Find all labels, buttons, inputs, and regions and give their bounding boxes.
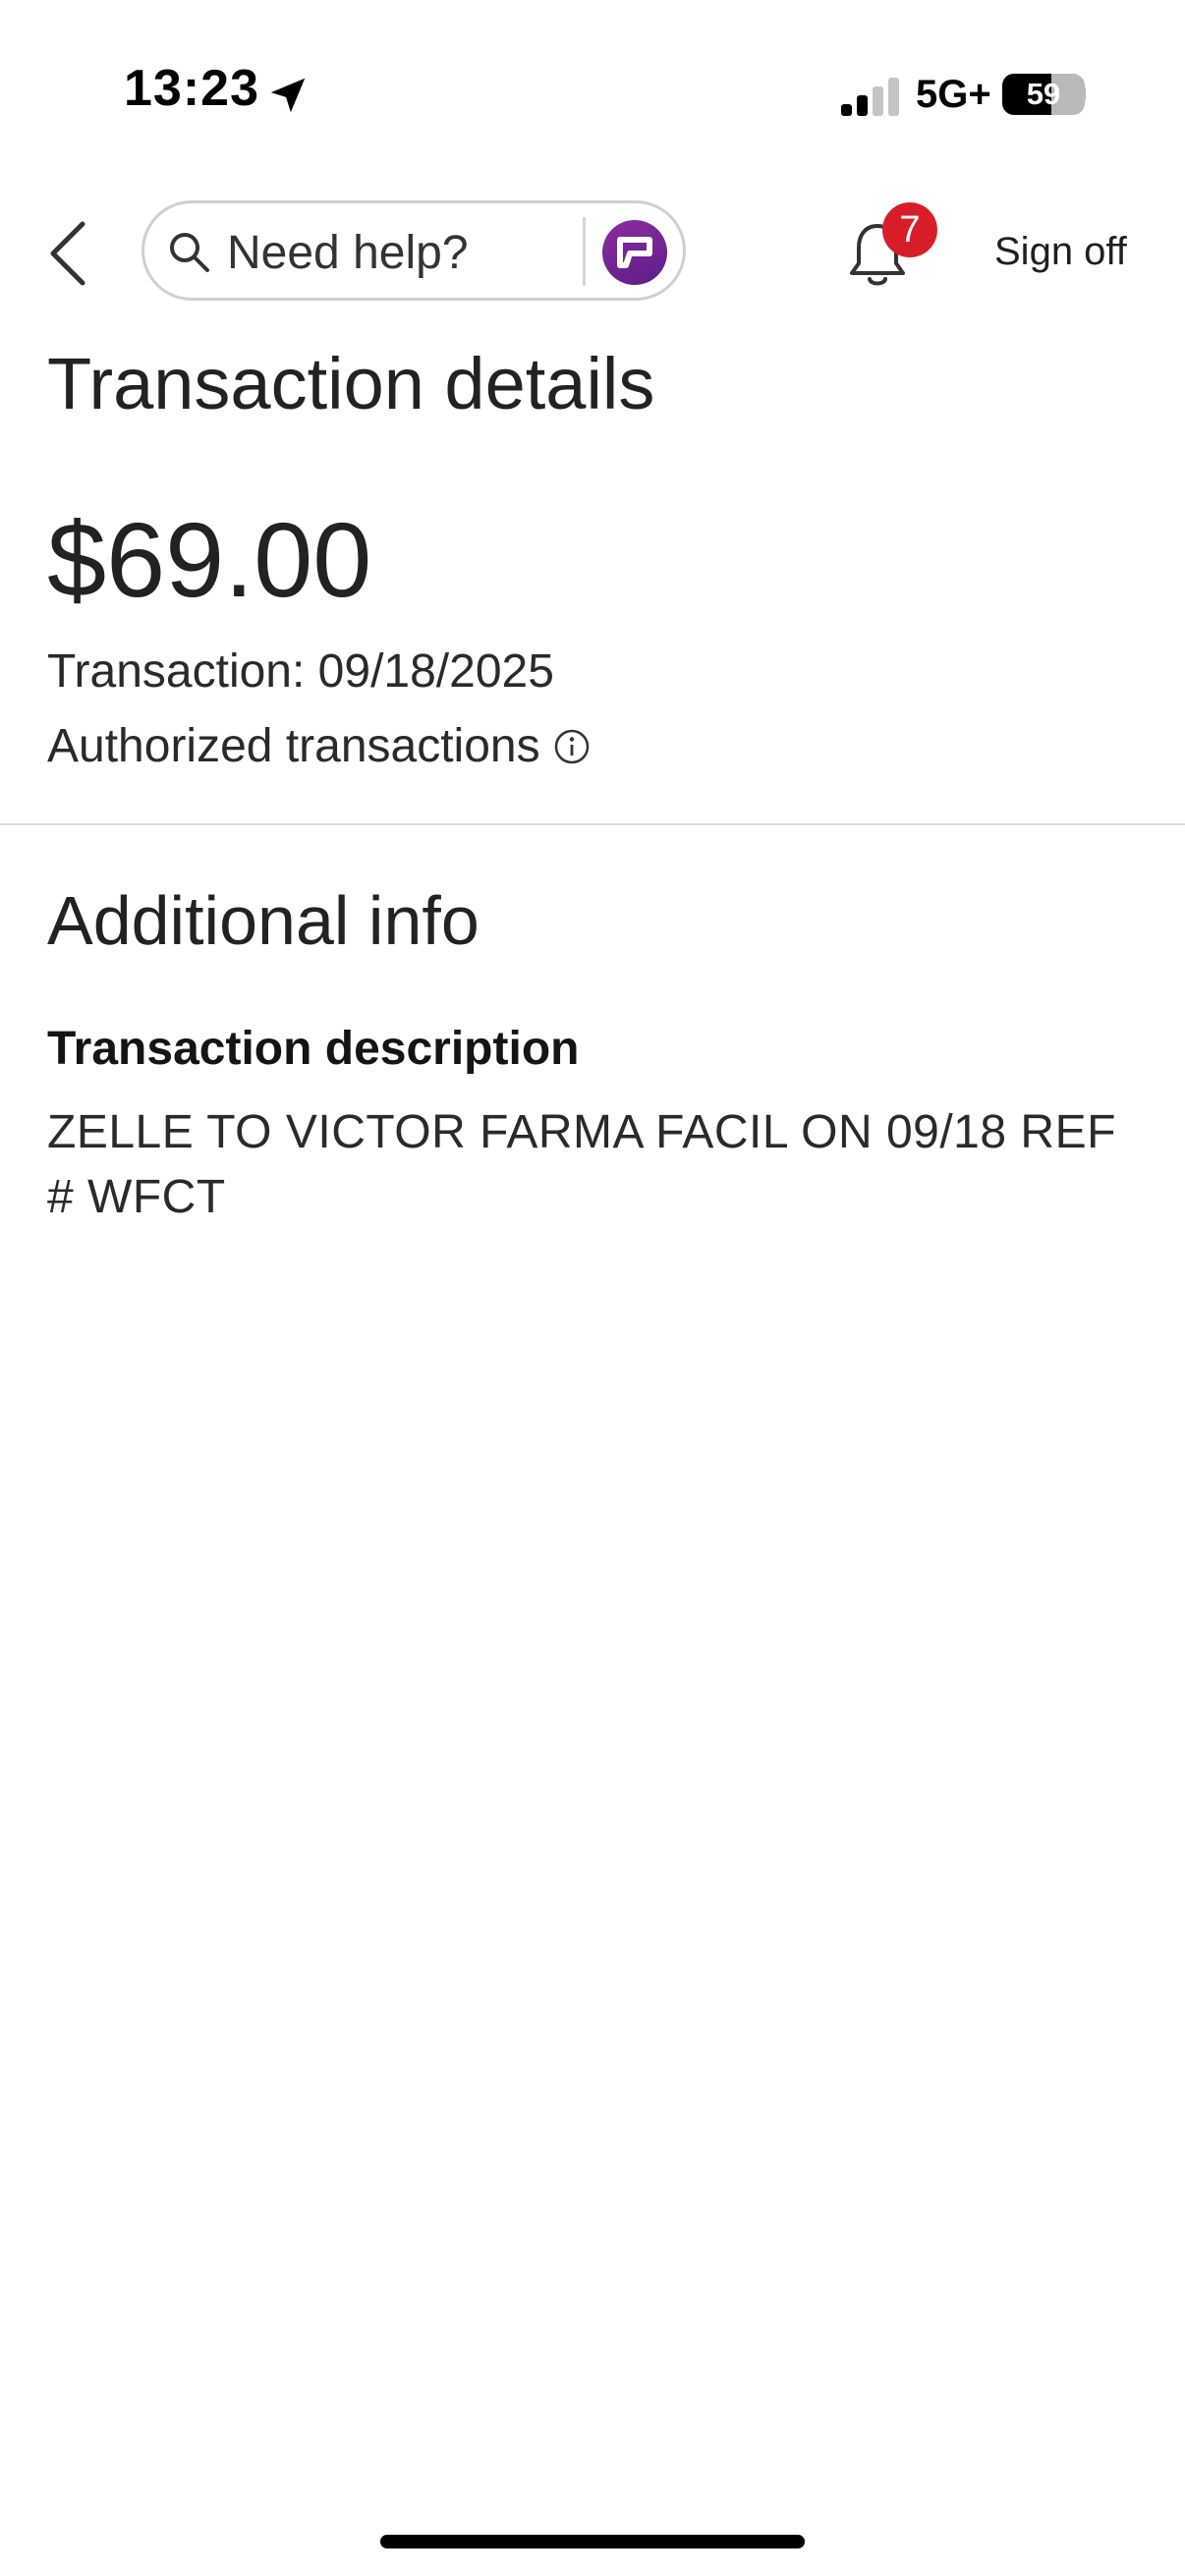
transaction-status: Authorized transactions <box>47 723 592 770</box>
signal-bar <box>841 104 852 116</box>
section-divider <box>0 823 1185 825</box>
transaction-date: Transaction: 09/18/2025 <box>47 645 554 698</box>
chevron-left-icon[interactable] <box>39 214 98 293</box>
search-divider <box>583 217 586 286</box>
battery-tip <box>1079 85 1086 103</box>
search-bar[interactable] <box>141 200 686 301</box>
battery-icon: 59 <box>1002 74 1085 115</box>
signal-bar <box>857 95 868 116</box>
transaction-amount: $69.00 <box>47 500 372 619</box>
signal-bar <box>888 78 899 116</box>
status-time: 13:23 <box>124 60 259 117</box>
notification-badge: 7 <box>882 202 937 257</box>
status-label: Authorized transactions <box>47 720 540 772</box>
signal-bar <box>873 86 883 116</box>
sign-off-button[interactable]: Sign off <box>994 232 1127 271</box>
search-icon <box>170 233 209 272</box>
description-label: Transaction description <box>47 1023 580 1075</box>
description-value: ZELLE TO VICTOR FARMA FACIL ON 09/18 REF… <box>47 1106 1116 1223</box>
fargo-assistant-button[interactable] <box>602 220 667 285</box>
additional-info-heading: Additional info <box>47 882 480 959</box>
location-arrow-icon <box>270 78 306 113</box>
network-type: 5G+ <box>916 73 991 116</box>
fargo-assistant-icon <box>617 237 652 268</box>
battery-level: 59 <box>1026 77 1061 111</box>
search-input[interactable] <box>225 217 583 288</box>
info-icon[interactable] <box>552 727 592 766</box>
home-indicator[interactable] <box>380 2535 805 2548</box>
page-title: Transaction details <box>47 343 655 424</box>
signal-icon <box>841 78 899 116</box>
